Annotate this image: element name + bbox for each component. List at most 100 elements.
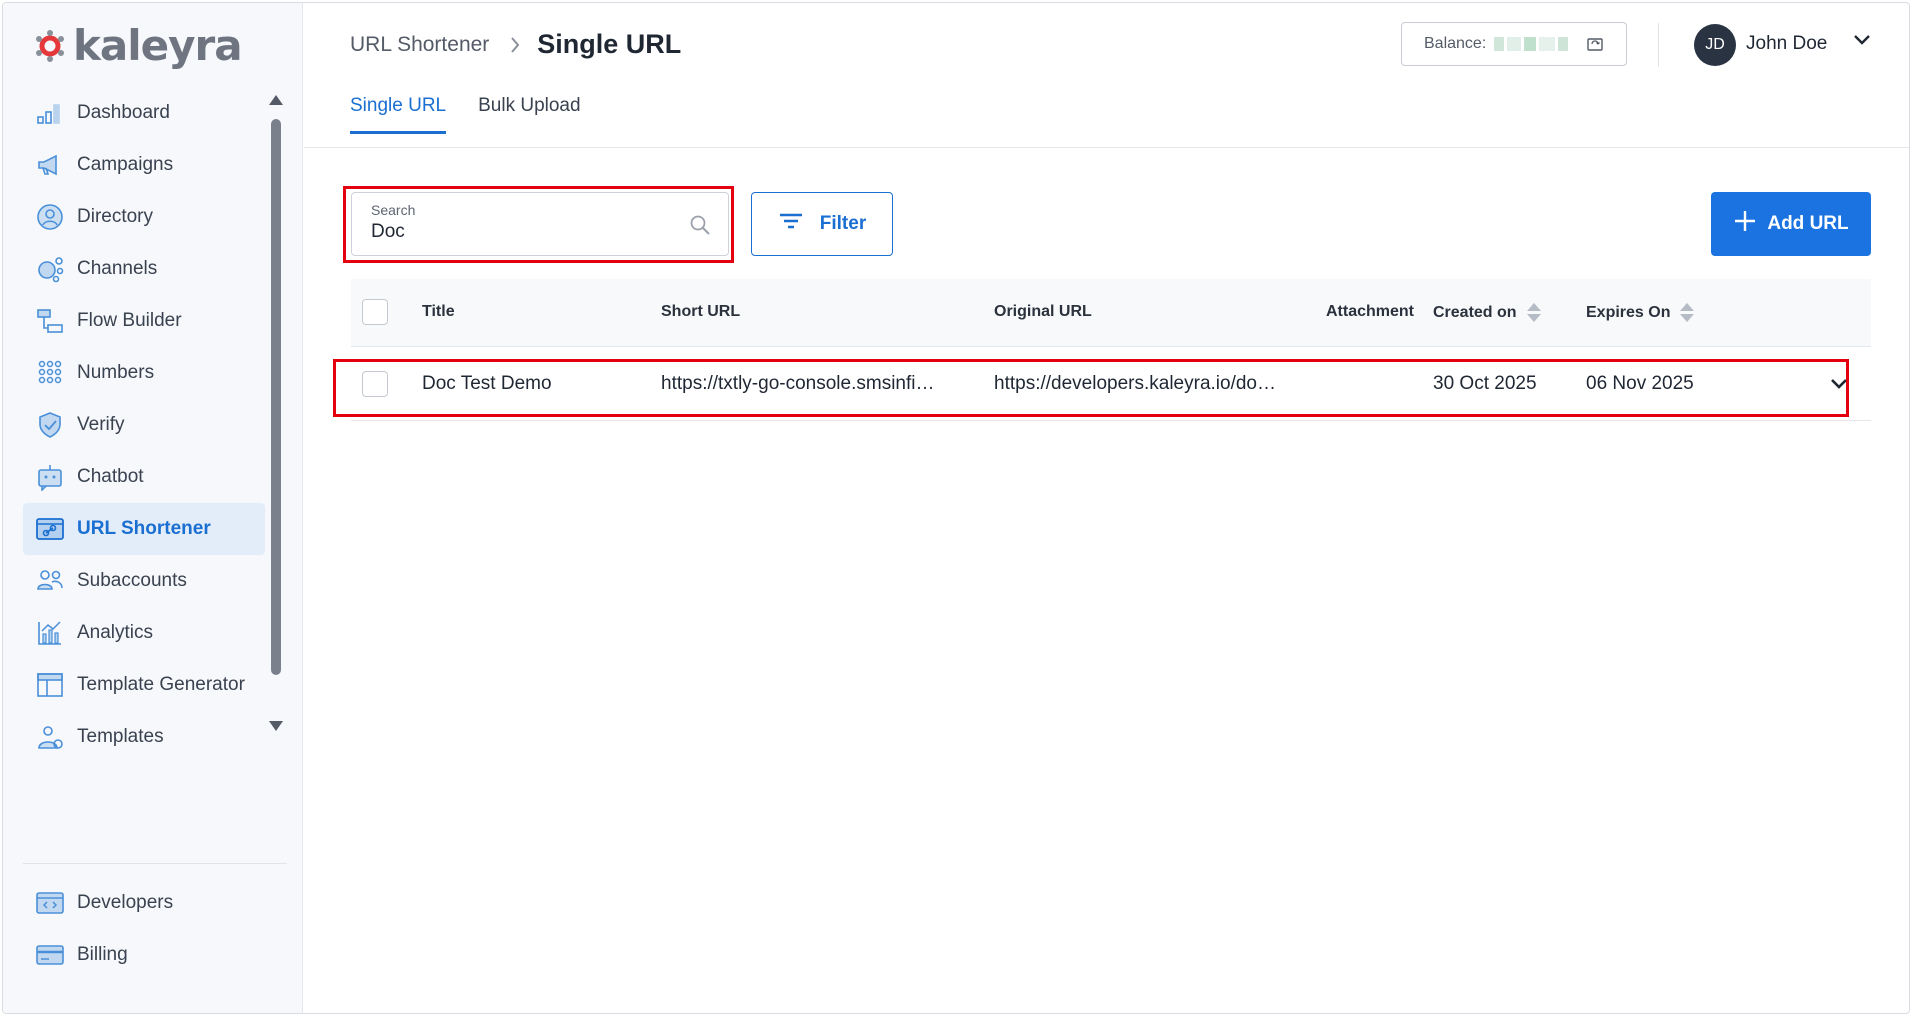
scroll-down-arrow-icon[interactable] [269, 721, 283, 731]
search-label: Search [371, 202, 416, 218]
sidebar-item-label: Chatbot [77, 466, 144, 487]
plus-icon [1733, 209, 1757, 239]
sidebar-item-dashboard[interactable]: Dashboard [23, 87, 265, 139]
tab-single-url[interactable]: Single URL [350, 95, 447, 134]
sidebar-scrollbar[interactable] [269, 95, 283, 735]
chevron-down-icon[interactable] [1852, 33, 1872, 52]
megaphone-icon [35, 150, 65, 180]
sidebar-item-label: Template Generator [77, 674, 245, 695]
table-header: Title Short URL Original URL Attachment … [351, 279, 1871, 347]
sidebar-item-label: Dashboard [77, 102, 170, 123]
sidebar-item-label: Templates [77, 726, 164, 747]
sidebar-item-chatbot[interactable]: Chatbot [23, 451, 265, 503]
sidebar-nav: Dashboard Campaigns Directory Channels F… [23, 87, 265, 763]
column-original-url: Original URL [994, 303, 1092, 320]
sidebar-item-template-generator[interactable]: Template Generator [23, 659, 265, 711]
sidebar-item-developers[interactable]: Developers [23, 877, 265, 929]
breadcrumb: URL Shortener Single URL [350, 29, 681, 60]
filter-label: Filter [819, 213, 867, 234]
cell-created-on: 30 Oct 2025 [1433, 373, 1537, 394]
channels-icon [35, 254, 65, 284]
filter-button[interactable]: Filter [751, 192, 893, 256]
balance-display: Balance: [1401, 22, 1627, 66]
sidebar-item-url-shortener[interactable]: URL Shortener [23, 503, 265, 555]
cell-expires-on: 06 Nov 2025 [1586, 373, 1694, 394]
sidebar-item-label: Verify [77, 414, 125, 435]
sidebar-item-numbers[interactable]: Numbers [23, 347, 265, 399]
sidebar-item-label: URL Shortener [77, 518, 211, 539]
users-icon [35, 566, 65, 596]
sidebar: kaleyra Dashboard Campaigns Directory Ch… [3, 3, 303, 1013]
main-content: URL Shortener Single URL Balance: JD Joh… [304, 3, 1909, 1013]
sidebar-divider [23, 863, 287, 864]
scrollbar-thumb[interactable] [271, 119, 281, 675]
sidebar-item-templates[interactable]: Templates [23, 711, 265, 763]
page-title: Single URL [537, 29, 682, 59]
sidebar-item-subaccounts[interactable]: Subaccounts [23, 555, 265, 607]
cell-short-url[interactable]: https://txtly-go-console.smsinfi… [661, 373, 971, 395]
sidebar-bottom-nav: Developers Billing [23, 877, 265, 981]
column-title: Title [422, 303, 455, 320]
search-icon[interactable] [688, 213, 712, 242]
link-icon [35, 514, 65, 544]
search-field[interactable]: Search [351, 192, 729, 256]
chevron-right-icon [509, 36, 521, 54]
tabs-divider [304, 147, 1909, 148]
sidebar-item-label: Analytics [77, 622, 154, 643]
balance-label: Balance: [1424, 35, 1487, 52]
analytics-icon [35, 618, 65, 648]
column-created-on-label: Created on [1433, 303, 1517, 321]
credit-card-icon [35, 940, 65, 970]
shield-check-icon [35, 410, 65, 440]
cell-original-url[interactable]: https://developers.kaleyra.io/do… [994, 373, 1304, 395]
sort-icon[interactable] [1680, 303, 1695, 322]
code-icon [35, 888, 65, 918]
templates-icon [35, 722, 65, 752]
sidebar-item-flow-builder[interactable]: Flow Builder [23, 295, 265, 347]
row-checkbox[interactable] [362, 371, 388, 397]
sidebar-item-label: Channels [77, 258, 158, 279]
chatbot-icon [35, 462, 65, 492]
tab-bulk-upload[interactable]: Bulk Upload [478, 95, 580, 134]
user-avatar[interactable]: JD [1694, 24, 1736, 66]
scroll-up-arrow-icon[interactable] [269, 95, 283, 105]
column-short-url: Short URL [661, 303, 741, 320]
app-window: kaleyra Dashboard Campaigns Directory Ch… [2, 2, 1910, 1014]
search-input[interactable] [371, 221, 671, 243]
kaleyra-logo[interactable]: kaleyra [33, 21, 243, 70]
template-generator-icon [35, 670, 65, 700]
filter-icon [778, 211, 804, 237]
flow-builder-icon [35, 306, 65, 336]
sidebar-item-label: Developers [77, 892, 174, 913]
refresh-balance-icon[interactable] [1586, 35, 1604, 58]
dashboard-icon [35, 98, 65, 128]
brand-name: kaleyra [73, 21, 243, 70]
cell-title: Doc Test Demo [422, 373, 552, 394]
table-row[interactable]: Doc Test Demo https://txtly-go-console.s… [351, 347, 1871, 421]
column-created-on[interactable]: Created on [1433, 303, 1541, 322]
tab-bar: Single URL Bulk Upload [350, 95, 581, 134]
breadcrumb-parent[interactable]: URL Shortener [350, 33, 489, 57]
user-name[interactable]: John Doe [1746, 33, 1827, 55]
sidebar-item-directory[interactable]: Directory [23, 191, 265, 243]
add-url-label: Add URL [1767, 213, 1849, 234]
sidebar-item-channels[interactable]: Channels [23, 243, 265, 295]
sidebar-item-label: Subaccounts [77, 570, 187, 591]
sidebar-item-campaigns[interactable]: Campaigns [23, 139, 265, 191]
sort-icon[interactable] [1526, 303, 1541, 322]
sidebar-item-label: Directory [77, 206, 154, 227]
sidebar-item-verify[interactable]: Verify [23, 399, 265, 451]
header-divider [1658, 23, 1659, 67]
balance-value-redacted [1494, 36, 1574, 52]
column-attachment: Attachment [1326, 303, 1415, 320]
column-expires-on[interactable]: Expires On [1586, 303, 1695, 322]
add-url-button[interactable]: Add URL [1711, 192, 1871, 256]
sidebar-item-analytics[interactable]: Analytics [23, 607, 265, 659]
sidebar-item-label: Flow Builder [77, 310, 182, 331]
sidebar-item-billing[interactable]: Billing [23, 929, 265, 981]
sidebar-item-label: Campaigns [77, 154, 174, 175]
user-circle-icon [35, 202, 65, 232]
column-expires-on-label: Expires On [1586, 303, 1671, 321]
select-all-checkbox[interactable] [362, 299, 388, 325]
expand-row-chevron-icon[interactable] [1829, 377, 1849, 396]
